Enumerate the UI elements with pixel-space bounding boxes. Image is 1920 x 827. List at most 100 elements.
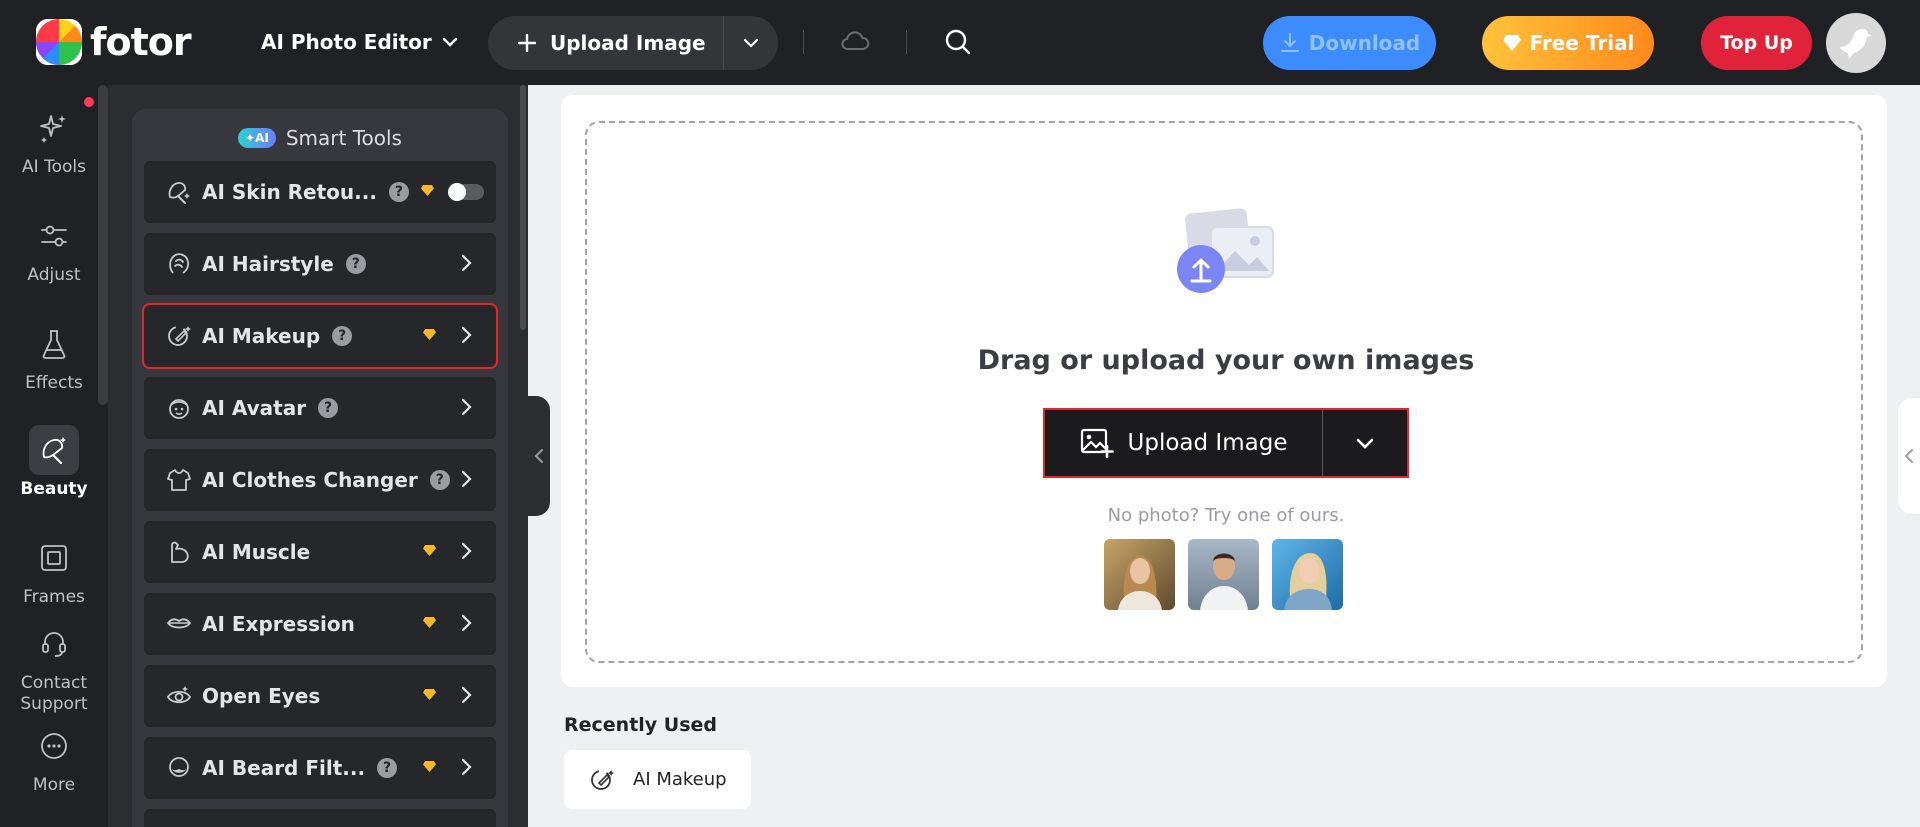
tool-partial[interactable] [144,809,496,827]
search-button[interactable] [944,28,972,60]
tool-ai-makeup[interactable]: AI Makeup ? [142,303,498,369]
rail-item-frames[interactable]: Frames [0,533,108,608]
ai-photo-editor-menu[interactable]: AI Photo Editor [261,26,458,58]
top-up-button[interactable]: Top Up [1701,16,1812,70]
tool-ai-hairstyle[interactable]: AI Hairstyle ? [144,233,496,295]
header-upload-group: Upload Image [488,16,778,70]
tool-label: AI Skin Retou... [202,180,377,204]
chevron-right-icon [461,614,472,632]
chevron-right-icon [461,254,472,272]
chevron-left-icon [534,449,543,463]
panel-scrollbar[interactable] [520,85,526,330]
diamond-icon [1502,35,1521,51]
beard-icon [166,755,192,781]
chevron-down-icon [743,38,759,48]
chevron-right-icon [461,398,472,416]
skin-retouch-toggle[interactable] [448,183,484,201]
hairstyle-icon [166,251,192,277]
add-image-icon [1080,428,1114,458]
rail-label: Contact Support [20,673,88,714]
chevron-right-icon [461,326,472,344]
sample-photo-woman[interactable] [1104,539,1175,610]
help-icon[interactable]: ? [429,470,450,490]
sliders-icon [29,211,79,261]
top-bar: fotor AI Photo Editor Upload Image Downl… [0,0,1920,85]
upload-source-dropdown[interactable] [1323,410,1407,476]
help-icon[interactable]: ? [318,398,339,418]
sample-photo-woman-sky[interactable] [1272,539,1343,610]
tool-ai-skin-retouch[interactable]: AI Skin Retou... ? [144,161,496,223]
drop-zone-title: Drag or upload your own images [977,345,1475,376]
tool-label: AI Hairstyle [202,252,334,276]
premium-gem-icon [423,761,436,772]
help-icon[interactable]: ? [388,182,409,202]
rail-label: Effects [25,373,83,393]
drop-zone[interactable]: Drag or upload your own images Upload Im… [585,121,1863,663]
frame-icon [29,533,79,583]
free-trial-button[interactable]: Free Trial [1482,16,1654,70]
left-rail: AI Tools Adjust Effects Beauty Frames Co… [0,85,108,827]
bird-avatar-icon [1840,28,1872,59]
upload-image-label: Upload Image [1127,430,1288,456]
fotor-logo[interactable]: fotor [36,19,192,65]
rail-item-adjust[interactable]: Adjust [0,211,108,286]
collapse-panel-button[interactable] [528,396,550,516]
tool-ai-muscle[interactable]: AI Muscle [144,521,496,583]
rail-label: AI Tools [22,157,86,177]
smart-tools-panel: ✦AI Smart Tools AI Skin Retou... ? AI Ha… [108,85,528,827]
rail-item-effects[interactable]: Effects [0,319,108,394]
user-avatar[interactable] [1826,13,1886,73]
tool-ai-avatar[interactable]: AI Avatar ? [144,377,496,439]
smart-tools-title: Smart Tools [285,126,402,150]
recent-item-ai-makeup[interactable]: AI Makeup [564,750,751,809]
ai-badge: ✦AI [238,128,276,148]
cloud-icon [841,31,870,50]
help-icon[interactable]: ? [332,326,353,346]
tool-ai-expression[interactable]: AI Expression [144,593,496,655]
header-upload-dropdown[interactable] [724,38,778,48]
tool-label: AI Expression [202,612,355,636]
rail-label: Frames [23,587,85,607]
chevron-right-icon [461,758,472,776]
ai-photo-editor-label: AI Photo Editor [261,30,432,54]
search-icon [945,29,971,55]
tool-label: Open Eyes [202,684,321,708]
premium-gem-icon [423,689,436,700]
tool-ai-clothes-changer[interactable]: AI Clothes Changer ? [144,449,496,511]
cloud-sync-button[interactable] [840,28,870,58]
chevron-down-icon [442,37,457,47]
tool-ai-beard-filter[interactable]: AI Beard Filt... ? [144,737,496,799]
rail-item-ai-tools[interactable]: AI Tools [0,103,108,178]
recently-used-title: Recently Used [564,714,718,736]
more-icon [29,721,79,771]
rail-item-contact-support[interactable]: Contact Support [0,619,108,715]
flask-icon [29,319,79,369]
muscle-icon [166,539,192,565]
tool-label: AI Muscle [202,540,311,564]
upload-image-button[interactable]: Upload Image [1045,410,1323,476]
rail-item-beauty[interactable]: Beauty [0,425,108,500]
chevron-left-icon [1904,449,1913,463]
tool-label: AI Avatar [202,396,307,420]
download-button[interactable]: Download [1263,16,1436,70]
tool-label: AI Clothes Changer [202,468,418,492]
expand-right-panel-button[interactable] [1898,398,1920,514]
header-upload-button[interactable]: Upload Image [488,16,724,70]
tool-label: AI Makeup [202,324,321,348]
divider [803,30,804,54]
tool-label: AI Beard Filt... [202,756,366,780]
sample-photos [1104,539,1343,610]
premium-gem-icon [423,617,436,628]
smart-tools-header: ✦AI Smart Tools [132,123,508,153]
rail-label: More [32,775,76,795]
download-label: Download [1308,31,1421,55]
sample-photo-man[interactable] [1188,539,1259,610]
download-icon [1280,33,1299,52]
help-icon[interactable]: ? [377,758,398,778]
fotor-wordmark: fotor [90,20,192,64]
tool-open-eyes[interactable]: Open Eyes [144,665,496,727]
upload-image-illustration [1177,208,1274,293]
help-icon[interactable]: ? [345,254,366,274]
rail-item-more[interactable]: More [0,721,108,796]
free-trial-label: Free Trial [1529,31,1635,55]
